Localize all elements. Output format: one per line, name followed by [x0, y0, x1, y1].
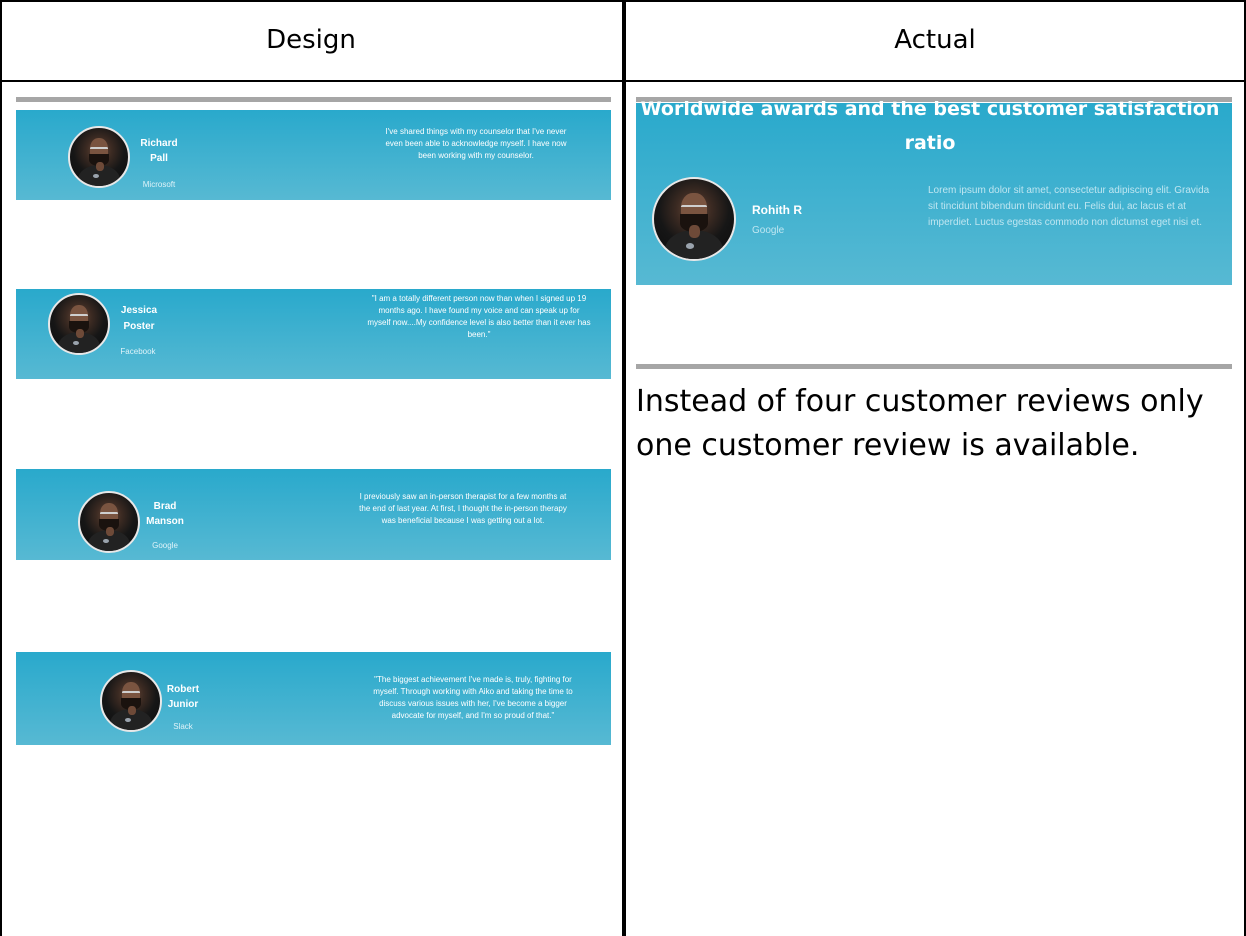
review-card-brad: Brad Manson Google I previously saw an i… — [16, 469, 611, 560]
reviewer-name-first: Brad — [153, 501, 177, 512]
reviewer-company: Google — [152, 541, 178, 550]
design-column-title: Design — [266, 25, 356, 55]
section-headline-line1: Worldwide awards and the best customer s… — [640, 98, 1220, 120]
header-divider — [0, 80, 1246, 82]
note-rule — [636, 364, 1232, 369]
reviewer-company: Microsoft — [142, 180, 176, 189]
reviewer-name-first: Richard — [140, 138, 178, 149]
reviewer-name-first: Robert — [166, 684, 200, 695]
review-quote: "The biggest achievement I've made is, t… — [373, 675, 573, 720]
section-headline-line2: ratio — [904, 132, 956, 154]
reviewer-name: Rohith R — [752, 203, 802, 217]
avatar — [100, 670, 162, 732]
review-card-richard: Richard Pall Microsoft I've shared thing… — [16, 110, 611, 200]
review-card-jessica: Jessica Poster Facebook "I am a totally … — [16, 289, 611, 379]
reviewer-name-last: Manson — [146, 516, 184, 527]
reviewer-name-last: Junior — [167, 699, 199, 710]
reviewer-company: Slack — [173, 722, 193, 731]
avatar — [68, 126, 130, 188]
actual-column-title: Actual — [894, 25, 976, 55]
actual-review-section: Worldwide awards and the best customer s… — [636, 98, 1232, 285]
reviewer-name-last: Poster — [123, 321, 155, 332]
review-quote: I've shared things with my counselor tha… — [385, 127, 567, 160]
avatar — [78, 491, 140, 553]
review-card-robert: Robert Junior Slack "The biggest achieve… — [16, 652, 611, 745]
discrepancy-note: Instead of four customer reviews only on… — [636, 384, 1204, 463]
avatar — [48, 293, 110, 355]
column-divider — [622, 0, 626, 936]
avatar — [652, 177, 736, 261]
reviewer-name-first: Jessica — [120, 305, 158, 316]
reviewer-name-last: Pall — [150, 153, 168, 164]
review-quote: "I am a totally different person now tha… — [367, 294, 591, 339]
reviewer-company: Facebook — [120, 347, 156, 356]
design-top-rule — [16, 97, 611, 102]
review-quote: I previously saw an in-person therapist … — [359, 492, 567, 525]
review-quote: Lorem ipsum dolor sit amet, consectetur … — [928, 185, 1210, 228]
reviewer-company: Google — [752, 225, 785, 236]
